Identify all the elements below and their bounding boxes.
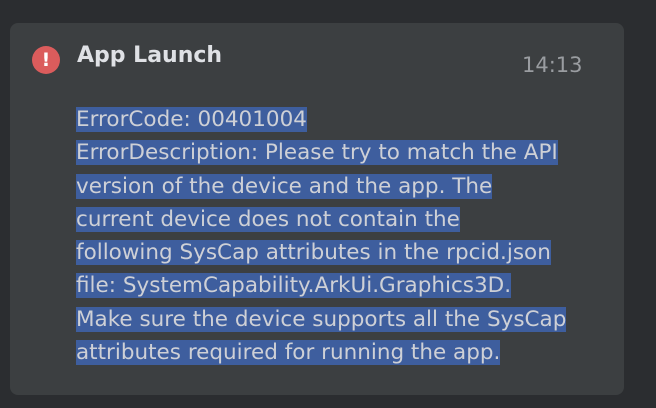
message-text: version of the device and the app. The [76, 173, 493, 199]
message-line: ErrorCode: 00401004 [76, 103, 616, 136]
error-code-text: ErrorCode: 00401004 [76, 107, 307, 132]
message-line: current device does not contain the [76, 203, 616, 236]
message-text: current device does not contain the [76, 206, 460, 232]
error-icon: ! [32, 46, 60, 74]
message-line: following SysCap attributes in the rpcid… [76, 236, 616, 269]
message-text: file: SystemCapability.ArkUi.Graphics3D. [76, 273, 512, 299]
message-text: following SysCap attributes in the rpcid… [76, 240, 551, 266]
message-line: attributes required for running the app. [76, 336, 616, 369]
message-line: file: SystemCapability.ArkUi.Graphics3D. [76, 269, 616, 302]
message-line: version of the device and the app. The [76, 170, 616, 203]
notification-message[interactable]: ErrorCode: 00401004 ErrorDescription: Pl… [76, 103, 616, 369]
message-line: ErrorDescription: Please try to match th… [76, 136, 616, 169]
notification-card: ! App Launch 14:13 ErrorCode: 00401004 E… [10, 23, 624, 395]
notification-time: 14:13 [522, 53, 583, 77]
notification-title: App Launch [77, 43, 223, 68]
message-text: attributes required for running the app. [76, 340, 501, 366]
error-description-text: ErrorDescription: Please try to match th… [76, 140, 558, 166]
message-text: Make sure the device supports all the Sy… [76, 306, 567, 332]
message-line: Make sure the device supports all the Sy… [76, 303, 616, 336]
